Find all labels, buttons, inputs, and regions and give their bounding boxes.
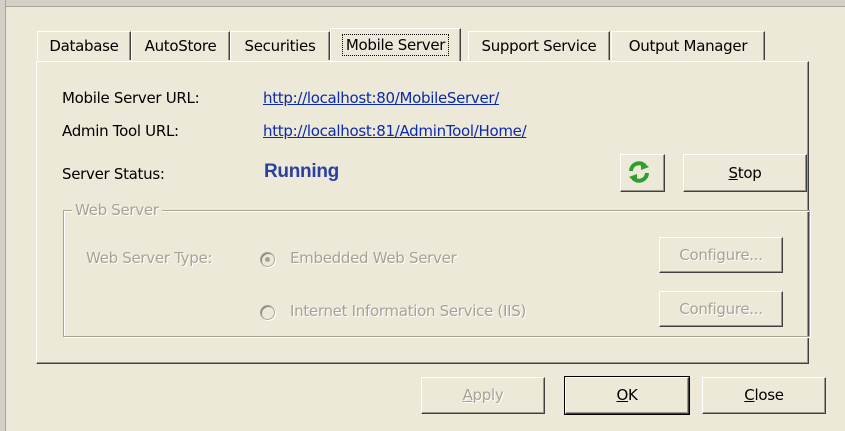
tab-support-service[interactable]: Support Service xyxy=(468,31,610,60)
web-server-type-label: Web Server Type: xyxy=(86,249,213,267)
tab-database[interactable]: Database xyxy=(37,31,131,60)
window-frame-top xyxy=(0,0,845,7)
apply-button[interactable]: Apply xyxy=(421,377,545,414)
radio-embedded-web-server[interactable] xyxy=(260,252,275,267)
close-button[interactable]: Close xyxy=(702,377,826,414)
iis-label: Internet Information Service (IIS) xyxy=(290,302,527,320)
tab-output-manager[interactable]: Output Manager xyxy=(611,31,765,60)
ok-button[interactable]: OK xyxy=(564,376,690,415)
refresh-button[interactable] xyxy=(620,154,665,192)
server-status-label: Server Status: xyxy=(62,165,165,183)
embedded-web-server-label: Embedded Web Server xyxy=(290,249,457,267)
radio-iis[interactable] xyxy=(260,305,275,320)
web-server-group: Web Server Web Server Type: Embedded Web… xyxy=(63,201,810,337)
stop-button[interactable]: Stop xyxy=(683,154,807,192)
tab-autostore[interactable]: AutoStore xyxy=(131,31,230,60)
mobile-server-url-link[interactable]: http://localhost:80/MobileServer/ xyxy=(263,89,499,107)
admin-tool-url-label: Admin Tool URL: xyxy=(62,122,179,140)
mobile-server-panel: Mobile Server URL: http://localhost:80/M… xyxy=(36,61,810,364)
window-frame-left xyxy=(0,0,6,431)
refresh-icon xyxy=(629,161,649,183)
configure-embedded-button[interactable]: Configure... xyxy=(659,237,783,273)
web-server-group-title: Web Server xyxy=(72,201,162,219)
mobile-server-url-label: Mobile Server URL: xyxy=(62,89,200,107)
server-status-value: Running xyxy=(264,161,339,182)
tab-mobile-server[interactable]: Mobile Server xyxy=(330,28,461,61)
tab-securities[interactable]: Securities xyxy=(230,31,330,60)
admin-tool-url-link[interactable]: http://localhost:81/AdminTool/Home/ xyxy=(263,122,527,140)
configure-iis-button[interactable]: Configure... xyxy=(659,291,783,327)
